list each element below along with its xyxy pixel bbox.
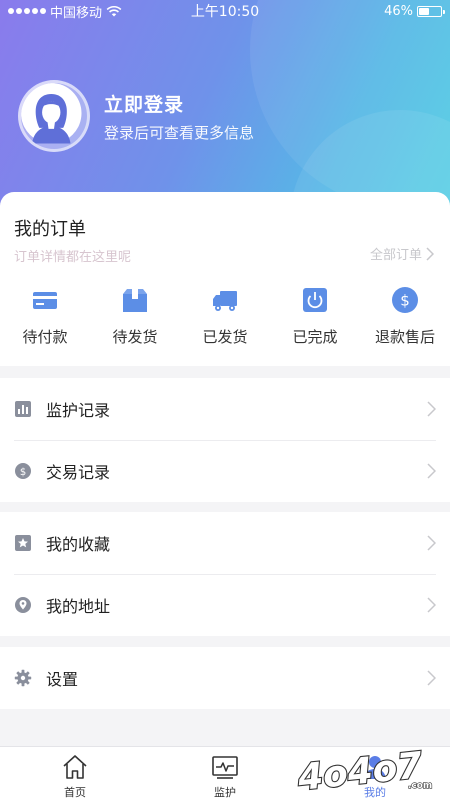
records-group: 监护记录 $ 交易记录 [0,378,450,502]
bar-chart-icon [15,401,31,417]
menu-item-label: 设置 [46,670,79,689]
monitor-records-item[interactable]: 监护记录 [0,378,450,440]
svg-text:$: $ [400,292,410,310]
order-status-refund[interactable]: $ 退款售后 [360,284,450,354]
order-status-row: 待付款 待发货 已发货 已完成 $ 退款售后 [0,284,450,354]
user-icon [364,756,386,779]
favorites-item[interactable]: 我的收藏 [0,512,450,574]
all-orders-link[interactable]: 全部订单 [370,244,434,263]
orders-title: 我的订单 [14,219,86,240]
settings-group: 设置 [0,647,450,709]
menu-item-label: 监护记录 [46,401,111,420]
menu-item-label: 交易记录 [46,463,111,482]
home-icon [63,755,87,779]
orders-card: 我的订单 订单详情都在这里呢 全部订单 待付款 待发货 已发货 已完成 $ 退款… [0,192,450,366]
order-status-label: 退款售后 [374,328,435,346]
tab-label: 我的 [364,786,386,799]
tab-monitor[interactable]: 监护 [150,747,300,800]
avatar[interactable] [18,80,90,152]
carrier-label: 中国移动 [50,5,103,21]
login-subtitle: 登录后可查看更多信息 [104,124,255,142]
yen-coin-icon: $ [392,287,418,313]
personal-group: 我的收藏 我的地址 [0,512,450,636]
order-status-completed[interactable]: 已完成 [270,284,360,354]
chevron-right-icon [427,463,436,479]
order-status-label: 待付款 [22,328,68,346]
address-item[interactable]: 我的地址 [0,574,450,636]
truck-icon [213,291,237,311]
wifi-icon [106,5,122,17]
order-status-shipped[interactable]: 已发货 [180,284,270,354]
package-icon [123,289,147,312]
monitor-icon [212,756,238,779]
signal-icon [8,8,46,14]
svg-text:$: $ [20,467,26,478]
all-orders-label: 全部订单 [369,248,422,263]
settings-item[interactable]: 设置 [0,647,450,709]
status-bar: 中国移动 上午10:50 46% [0,0,450,22]
transaction-records-item[interactable]: $ 交易记录 [0,440,450,502]
menu-item-label: 我的收藏 [46,535,111,554]
bottom-tab-bar: 首页 监护 我的 [0,746,450,800]
tab-home[interactable]: 首页 [0,747,150,800]
order-status-pending-payment[interactable]: 待付款 [0,284,90,354]
orders-subtitle: 订单详情都在这里呢 [14,250,132,265]
order-status-label: 已发货 [202,328,248,346]
battery-icon [417,5,445,17]
tab-label: 首页 [64,786,86,799]
gear-icon [14,669,32,687]
chevron-right-icon [427,597,436,613]
menu-item-label: 我的地址 [46,597,111,616]
chevron-right-icon [427,401,436,417]
star-icon [15,535,31,551]
order-status-label: 待发货 [112,328,158,346]
chevron-right-icon [426,246,434,261]
user-avatar-icon [21,83,82,144]
login-button[interactable]: 立即登录 [104,90,184,117]
chevron-right-icon [427,670,436,686]
coin-icon: $ [15,463,31,479]
chevron-right-icon [427,535,436,551]
card-icon [33,292,57,309]
tab-mine[interactable]: 我的 [300,747,450,800]
location-pin-icon [15,597,31,613]
tab-label: 监护 [214,786,236,799]
order-status-pending-shipment[interactable]: 待发货 [90,284,180,354]
order-status-label: 已完成 [292,328,338,346]
power-icon [303,288,327,312]
battery-percent: 46% [384,3,413,19]
